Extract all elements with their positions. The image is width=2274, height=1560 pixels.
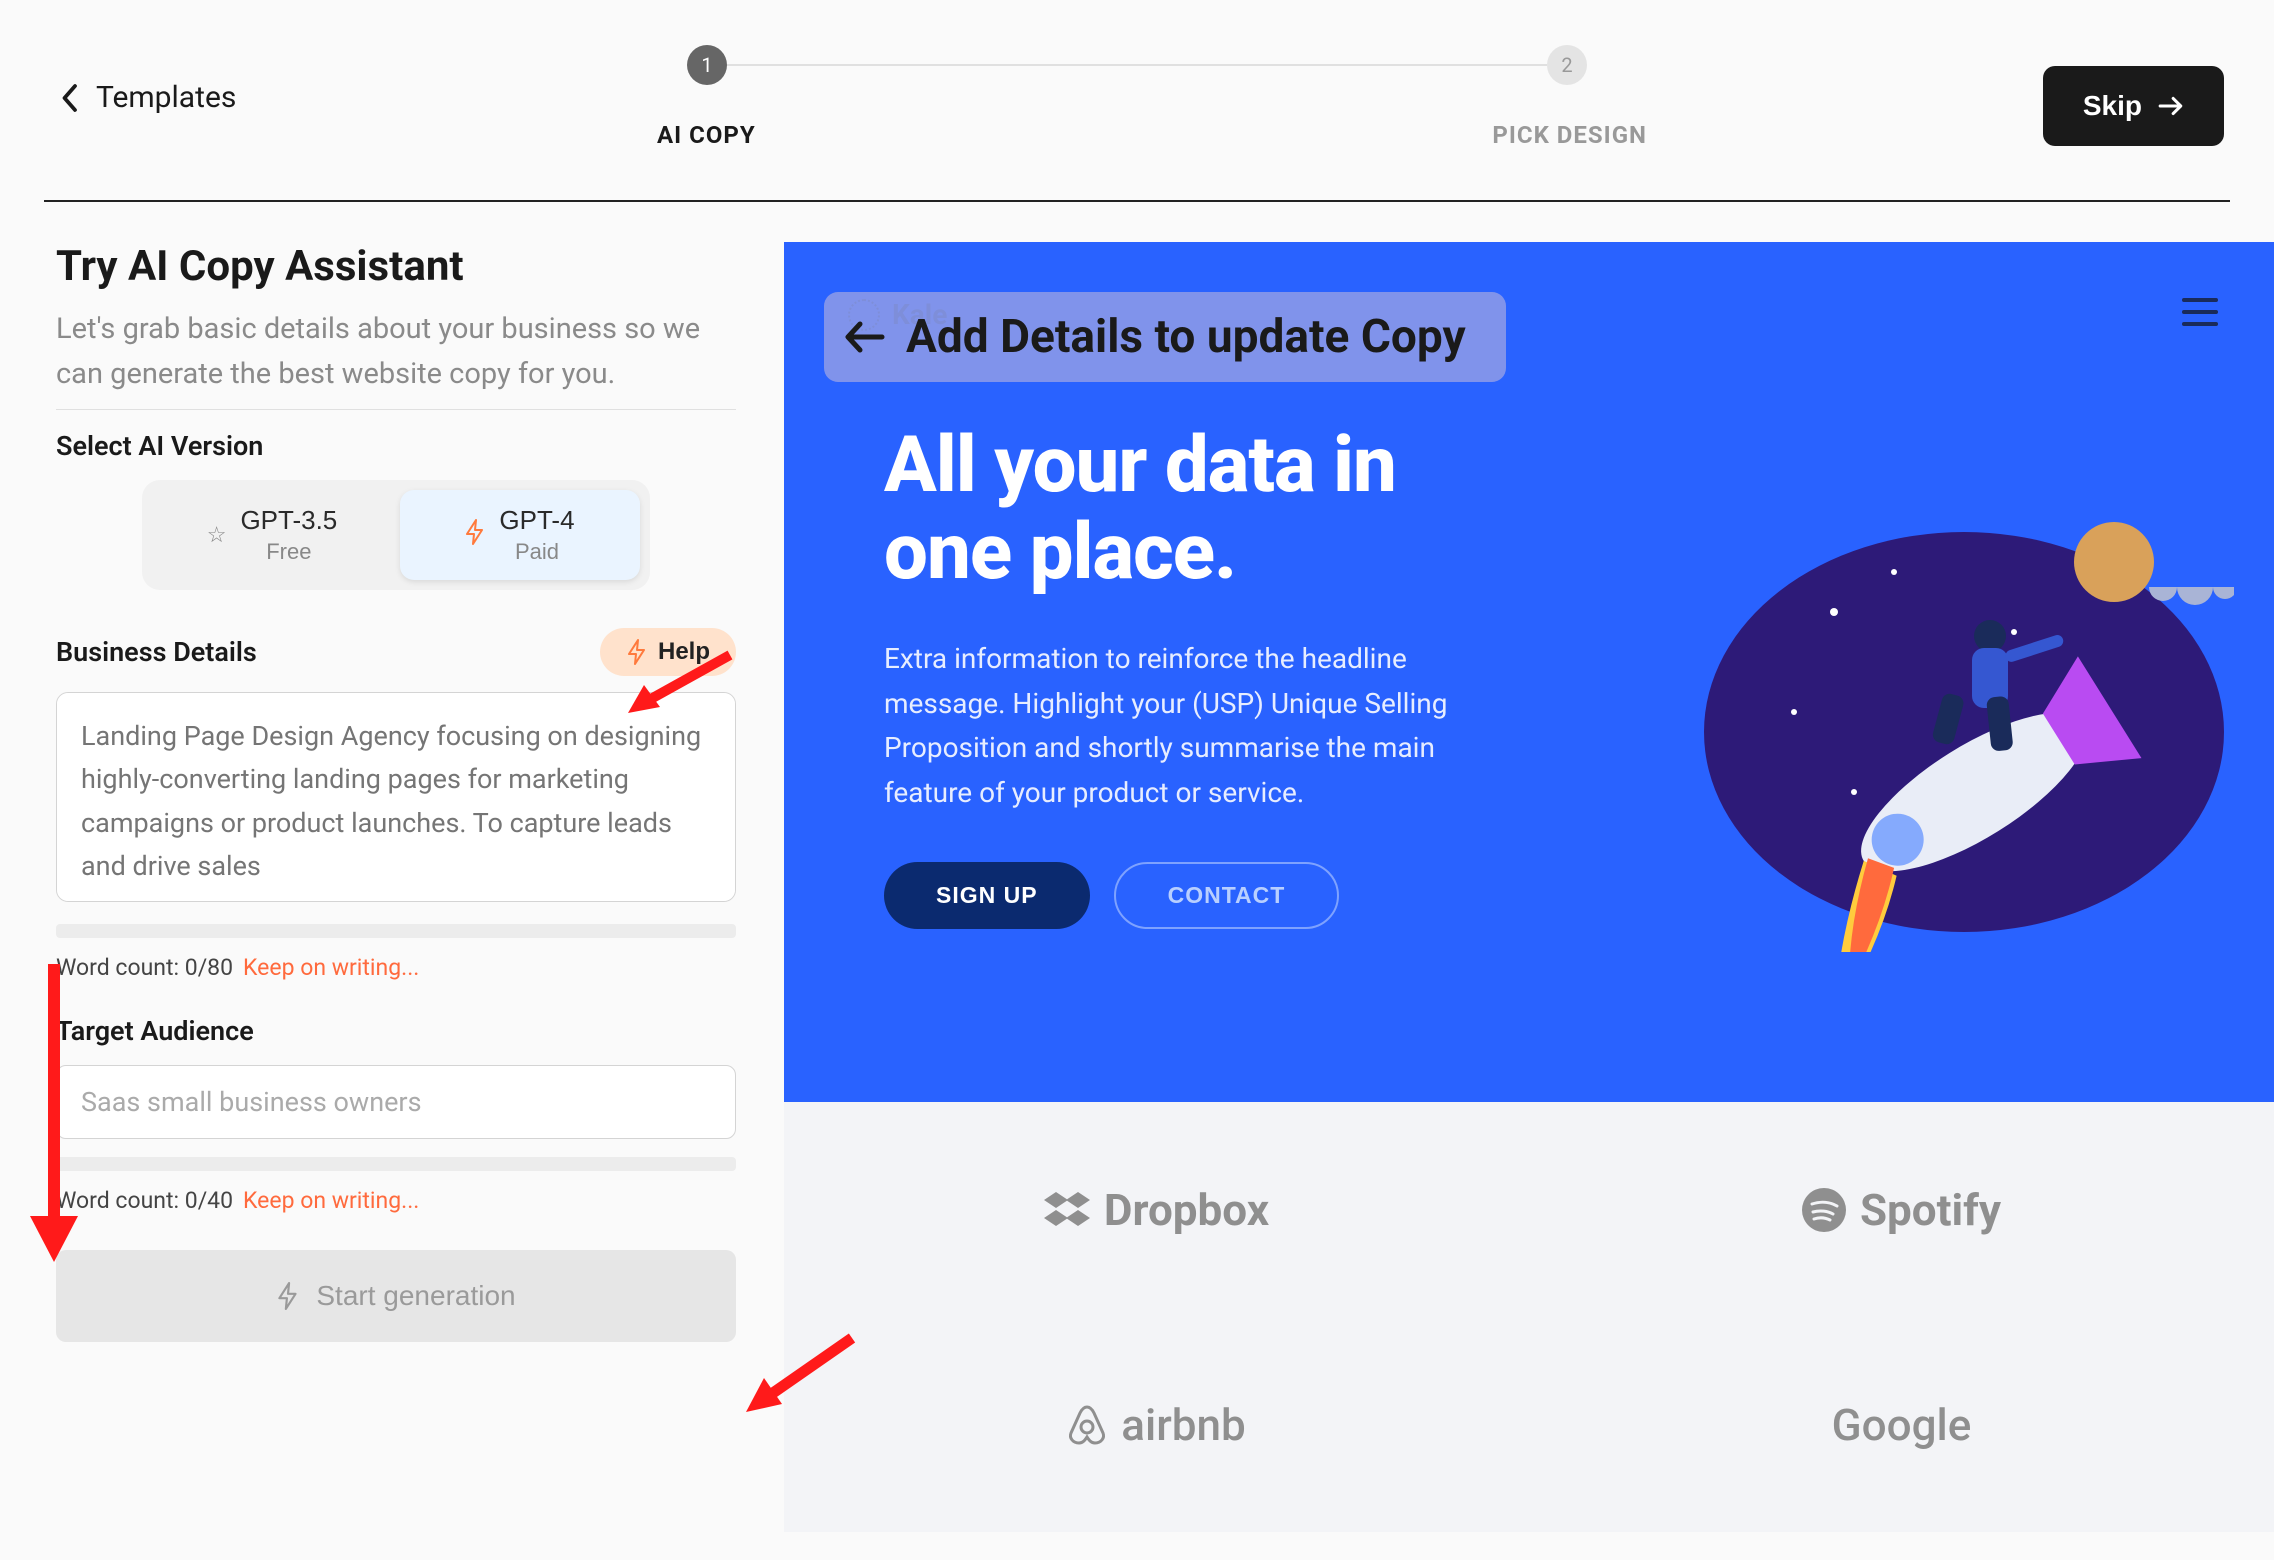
audience-wordcount: Word count: 0/40 bbox=[56, 1187, 233, 1214]
bolt-icon bbox=[465, 519, 485, 551]
gpt35-name: GPT-3.5 bbox=[240, 504, 337, 538]
step-1-dot[interactable]: 1 bbox=[687, 45, 727, 85]
business-progress-bar bbox=[56, 924, 736, 938]
step-2-label: PICK DESIGN bbox=[1492, 121, 1647, 149]
website-preview: Kale Add Details to update Copy All your… bbox=[784, 242, 2274, 1532]
help-button[interactable]: Help bbox=[600, 628, 736, 676]
brand-google: Google bbox=[1832, 1399, 1972, 1451]
chevron-left-icon bbox=[60, 83, 78, 113]
gpt4-tier: Paid bbox=[515, 538, 559, 567]
step-1-label: AI COPY bbox=[657, 121, 756, 149]
brand-dropbox: Dropbox bbox=[1044, 1184, 1269, 1236]
gpt4-name: GPT-4 bbox=[499, 504, 574, 538]
form-subtitle: Let's grab basic details about your busi… bbox=[56, 307, 736, 410]
select-version-label: Select AI Version bbox=[56, 430, 736, 462]
business-details-label: Business Details bbox=[56, 636, 257, 668]
step-connector bbox=[727, 64, 1547, 66]
arrow-left-icon bbox=[844, 320, 886, 354]
spotify-icon bbox=[1802, 1188, 1846, 1232]
start-generation-button[interactable]: Start generation bbox=[56, 1250, 736, 1342]
business-details-input[interactable] bbox=[56, 692, 736, 902]
audience-wordcount-hint: Keep on writing... bbox=[243, 1187, 419, 1214]
business-wordcount: Word count: 0/80 bbox=[56, 954, 233, 981]
business-wordcount-hint: Keep on writing... bbox=[243, 954, 419, 981]
generate-label: Start generation bbox=[316, 1280, 515, 1312]
help-label: Help bbox=[658, 638, 710, 666]
skip-label: Skip bbox=[2083, 90, 2142, 122]
templates-back-link[interactable]: Templates bbox=[60, 80, 236, 115]
gpt4-option[interactable]: GPT-4 Paid bbox=[400, 490, 640, 580]
signup-button[interactable]: SIGN UP bbox=[884, 862, 1090, 929]
contact-button[interactable]: CONTACT bbox=[1114, 862, 1340, 929]
gpt35-tier: Free bbox=[266, 538, 311, 567]
skip-button[interactable]: Skip bbox=[2043, 66, 2224, 146]
overlay-text: Add Details to update Copy bbox=[906, 310, 1466, 364]
target-audience-label: Target Audience bbox=[56, 1015, 736, 1047]
ai-version-toggle: ☆ GPT-3.5 Free GPT-4 Paid bbox=[142, 480, 650, 590]
hero-title: All your data in one place. bbox=[884, 422, 1494, 597]
gpt35-option[interactable]: ☆ GPT-3.5 Free bbox=[152, 490, 392, 580]
hero-illustration bbox=[1694, 492, 2234, 952]
bolt-icon bbox=[626, 639, 648, 665]
target-audience-input[interactable] bbox=[56, 1065, 736, 1139]
dropbox-icon bbox=[1044, 1190, 1090, 1230]
preview-overlay-banner[interactable]: Add Details to update Copy bbox=[824, 292, 1506, 382]
bolt-icon bbox=[276, 1282, 300, 1310]
sidebar-form: Try AI Copy Assistant Let's grab basic d… bbox=[56, 242, 736, 1532]
airbnb-icon bbox=[1067, 1403, 1107, 1447]
brand-airbnb: airbnb bbox=[1067, 1399, 1245, 1451]
brand-spotify: Spotify bbox=[1802, 1184, 2001, 1236]
arrow-right-icon bbox=[2158, 95, 2184, 117]
brand-logos-strip: Dropbox Spotify airbnb Google bbox=[784, 1102, 2274, 1532]
templates-label: Templates bbox=[96, 80, 236, 115]
form-title: Try AI Copy Assistant bbox=[56, 242, 736, 291]
star-icon: ☆ bbox=[207, 522, 227, 548]
progress-stepper: 1 2 AI COPY PICK DESIGN bbox=[687, 45, 1587, 149]
audience-progress-bar bbox=[56, 1157, 736, 1171]
step-2-dot[interactable]: 2 bbox=[1547, 45, 1587, 85]
hamburger-menu-icon[interactable] bbox=[2182, 298, 2218, 334]
hero-subtitle: Extra information to reinforce the headl… bbox=[884, 637, 1494, 816]
